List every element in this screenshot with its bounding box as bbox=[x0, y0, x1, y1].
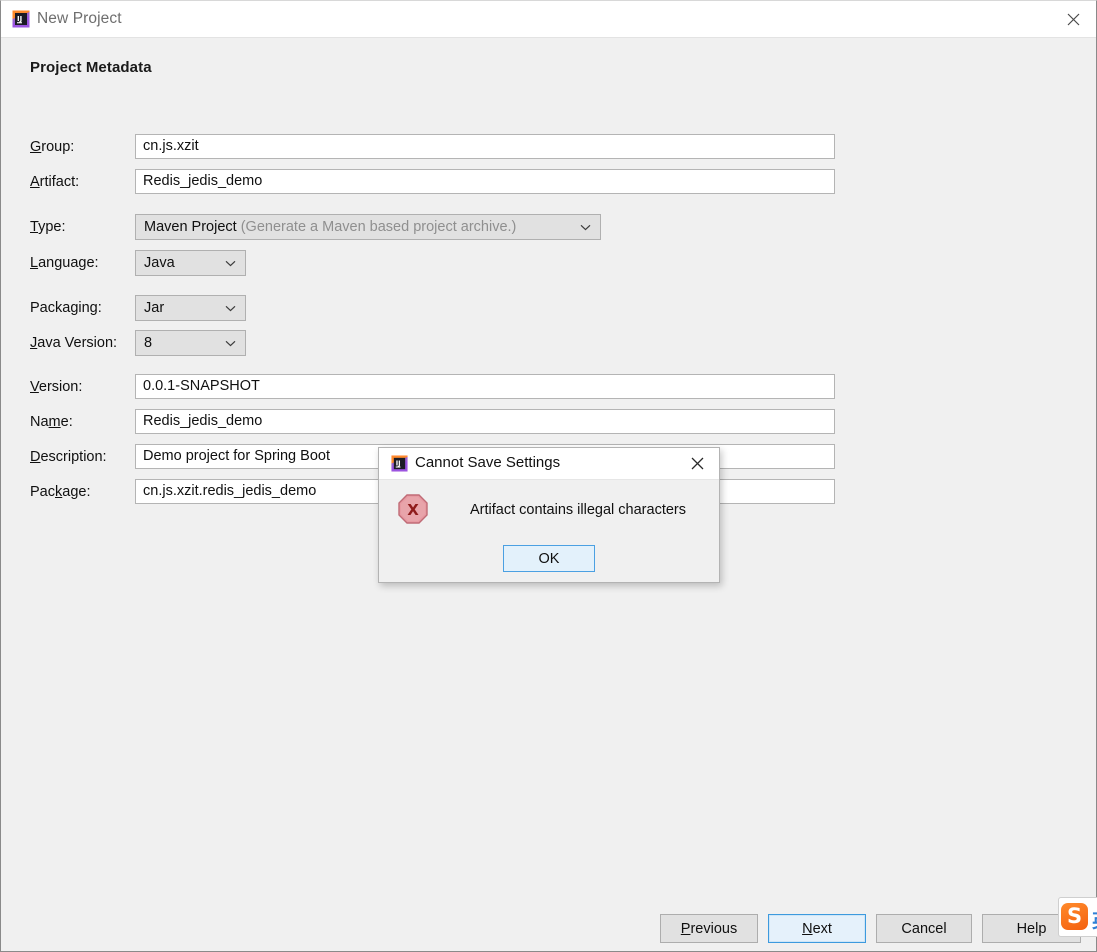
previous-button-label: Previous bbox=[680, 920, 738, 937]
type-combobox-hint: (Generate a Maven based project archive.… bbox=[240, 219, 517, 235]
intellij-idea-icon: IJ bbox=[12, 10, 30, 28]
cancel-button[interactable]: Cancel bbox=[876, 914, 972, 943]
label-language: Language: bbox=[30, 255, 99, 271]
intellij-idea-icon: IJ bbox=[391, 455, 408, 472]
name-input[interactable]: Redis_jedis_demo bbox=[135, 409, 835, 434]
chevron-down-icon bbox=[580, 215, 591, 239]
window-title: New Project bbox=[37, 10, 122, 27]
close-icon[interactable] bbox=[677, 448, 717, 479]
chevron-down-icon bbox=[225, 251, 236, 275]
java-version-combobox[interactable]: 8 bbox=[135, 330, 246, 356]
sogou-logo-icon: S bbox=[1061, 903, 1088, 930]
type-combobox-value: Maven Project bbox=[144, 219, 237, 235]
window-titlebar: IJ New Project bbox=[1, 1, 1096, 38]
previous-button[interactable]: Previous bbox=[660, 914, 758, 943]
svg-text:IJ: IJ bbox=[396, 459, 401, 467]
new-project-window: IJ New Project Project Metadata Group: c… bbox=[0, 0, 1097, 952]
svg-text:IJ: IJ bbox=[17, 15, 22, 23]
cancel-button-label: Cancel bbox=[901, 920, 947, 937]
type-combobox[interactable]: Maven Project (Generate a Maven based pr… bbox=[135, 214, 601, 240]
label-version: Version: bbox=[30, 379, 83, 395]
dialog-title: Cannot Save Settings bbox=[415, 454, 561, 471]
close-icon[interactable] bbox=[1051, 1, 1096, 37]
group-input[interactable]: cn.js.xzit bbox=[135, 134, 835, 159]
help-button-label: Help bbox=[1016, 920, 1047, 937]
artifact-input[interactable]: Redis_jedis_demo bbox=[135, 169, 835, 194]
label-packaging: Packaging: bbox=[30, 300, 102, 316]
dialog-titlebar: IJ Cannot Save Settings bbox=[379, 448, 719, 480]
packaging-combobox-value: Jar bbox=[144, 300, 165, 316]
label-artifact: Artifact: bbox=[30, 174, 80, 190]
dialog-message: Artifact contains illegal characters bbox=[470, 502, 686, 518]
label-package: Package: bbox=[30, 484, 91, 500]
java-version-combobox-value: 8 bbox=[144, 335, 153, 351]
dialog-body: Project Metadata Group: cn.js.xzit Artif… bbox=[1, 38, 1097, 951]
label-java-version: Java Version: bbox=[30, 335, 118, 351]
page-title: Project Metadata bbox=[30, 59, 152, 76]
language-combobox-value: Java bbox=[144, 255, 175, 271]
version-input[interactable]: 0.0.1-SNAPSHOT bbox=[135, 374, 835, 399]
chevron-down-icon bbox=[225, 296, 236, 320]
label-name: Name: bbox=[30, 414, 73, 430]
sogou-ime-bar[interactable]: S 英 bbox=[1058, 897, 1097, 937]
ime-mode-label: 英 bbox=[1092, 906, 1097, 933]
language-combobox[interactable]: Java bbox=[135, 250, 246, 276]
label-type: Type: bbox=[30, 219, 66, 235]
label-group: Group: bbox=[30, 139, 75, 155]
ok-button[interactable]: OK bbox=[503, 545, 595, 572]
svg-text:X: X bbox=[407, 501, 419, 519]
cannot-save-settings-dialog: IJ Cannot Save Settings X Artifact conta… bbox=[378, 447, 720, 583]
label-description: Description: bbox=[30, 449, 107, 465]
chevron-down-icon bbox=[225, 331, 236, 355]
next-button[interactable]: Next bbox=[768, 914, 866, 943]
next-button-label: Next bbox=[802, 920, 832, 937]
packaging-combobox[interactable]: Jar bbox=[135, 295, 246, 321]
error-octagon-icon: X bbox=[397, 493, 429, 525]
